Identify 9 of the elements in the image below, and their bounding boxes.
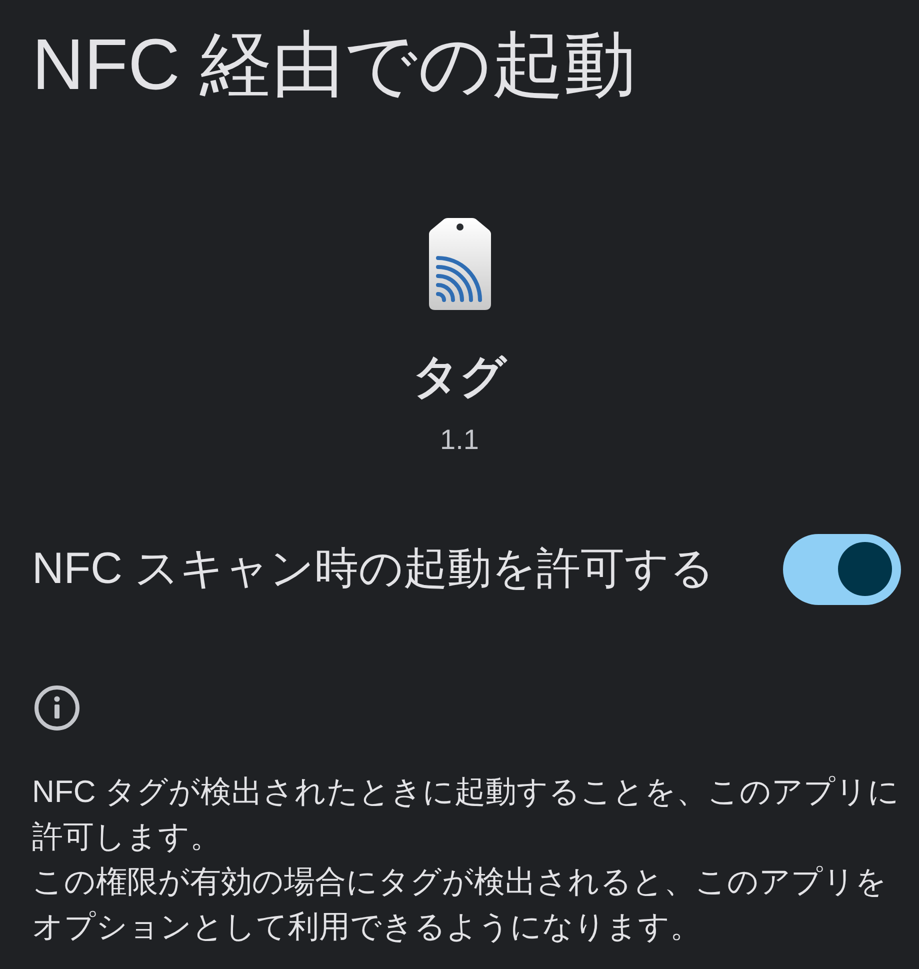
nfc-tag-icon [428, 218, 492, 310]
toggle-thumb [838, 542, 892, 596]
app-version: 1.1 [440, 423, 479, 457]
description-paragraph: この権限が有効の場合にタグが検出されると、このアプリをオプションとして利用できるようになります。 [32, 863, 888, 946]
setting-label: NFC スキャン時の起動を許可する [32, 543, 715, 595]
app-name: タグ [412, 349, 506, 404]
page-title: NFC 経由での起動 [32, 24, 636, 107]
info-icon [34, 685, 80, 731]
description-paragraph: NFC タグが検出されたときに起動することを、このアプリに許可します。 [32, 773, 900, 856]
